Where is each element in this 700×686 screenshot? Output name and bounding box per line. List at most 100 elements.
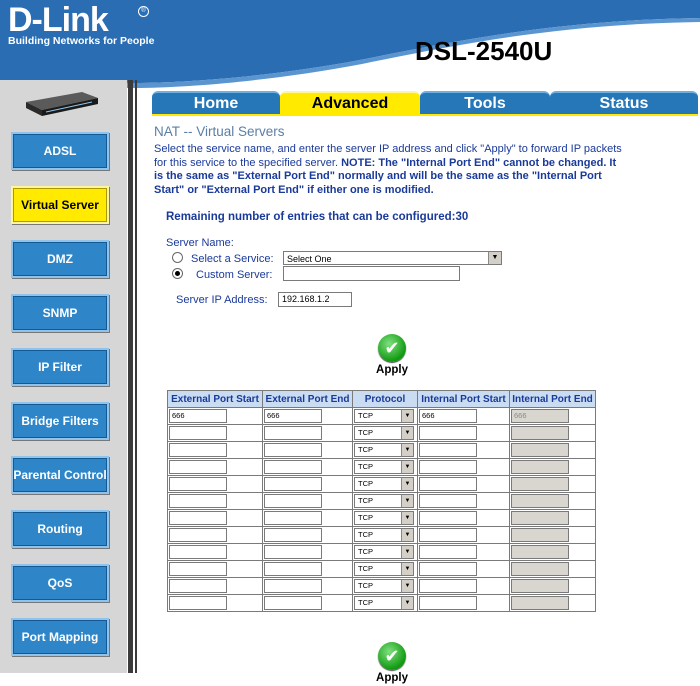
apply-button-bottom[interactable]: ✔ Apply [367, 642, 417, 686]
external-port-start-input[interactable] [169, 443, 227, 457]
tab-tools[interactable]: Tools [420, 91, 550, 115]
table-cell [509, 543, 596, 561]
internal-port-start-input[interactable] [419, 426, 477, 440]
protocol-select[interactable]: TCP ▼ [354, 460, 414, 474]
trademark-icon: ® [138, 6, 149, 17]
protocol-select[interactable]: TCP ▼ [354, 528, 414, 542]
protocol-select[interactable]: TCP ▼ [354, 443, 414, 457]
chevron-down-icon: ▼ [401, 529, 413, 541]
internal-port-start-input[interactable] [419, 477, 477, 491]
internal-port-start-input[interactable] [419, 528, 477, 542]
chevron-down-icon: ▼ [401, 495, 413, 507]
select-service-dropdown[interactable]: Select One ▼ [283, 251, 502, 265]
external-port-start-input[interactable] [169, 477, 227, 491]
custom-server-input[interactable] [283, 266, 460, 281]
sidebar-item-dmz[interactable]: DMZ [11, 240, 109, 278]
internal-port-start-input[interactable] [419, 443, 477, 457]
external-port-end-input[interactable] [264, 562, 322, 576]
internal-port-start-input[interactable] [419, 562, 477, 576]
checkmark-icon: ✔ [378, 642, 406, 670]
external-port-start-input[interactable] [169, 511, 227, 525]
protocol-select[interactable]: TCP ▼ [354, 426, 414, 440]
table-cell: 666 [509, 407, 596, 425]
col-external-port-end: External Port End [262, 390, 353, 408]
table-cell [167, 560, 263, 578]
external-port-start-input[interactable] [169, 579, 227, 593]
internal-port-start-input[interactable] [419, 460, 477, 474]
server-ip-input[interactable]: 192.168.1.2 [278, 292, 352, 307]
protocol-select[interactable]: TCP ▼ [354, 596, 414, 610]
table-cell: TCP ▼ [352, 509, 418, 527]
external-port-end-input[interactable] [264, 545, 322, 559]
external-port-end-input[interactable] [264, 477, 322, 491]
external-port-start-input[interactable] [169, 596, 227, 610]
table-cell [262, 577, 353, 595]
sidebar-item-virtual-server[interactable]: Virtual Server [11, 186, 109, 224]
tab-advanced[interactable]: Advanced [280, 91, 420, 115]
sidebar-item-qos[interactable]: QoS [11, 564, 109, 602]
protocol-select[interactable]: TCP ▼ [354, 545, 414, 559]
external-port-end-input[interactable] [264, 511, 322, 525]
external-port-end-input[interactable] [264, 494, 322, 508]
internal-port-start-input[interactable] [419, 596, 477, 610]
external-port-start-input[interactable] [169, 562, 227, 576]
table-cell [417, 594, 510, 612]
sidebar-item-ip-filter[interactable]: IP Filter [11, 348, 109, 386]
sidebar-item-port-mapping[interactable]: Port Mapping [11, 618, 109, 656]
external-port-end-input[interactable] [264, 579, 322, 593]
external-port-start-input[interactable] [169, 426, 227, 440]
custom-server-radio[interactable] [172, 268, 183, 279]
sidebar-item-bridge-filters[interactable]: Bridge Filters [11, 402, 109, 440]
chevron-down-icon: ▼ [401, 546, 413, 558]
sidebar-item-adsl[interactable]: ADSL [11, 132, 109, 170]
external-port-end-input[interactable] [264, 528, 322, 542]
protocol-select[interactable]: TCP ▼ [354, 494, 414, 508]
external-port-start-input[interactable] [169, 545, 227, 559]
table-cell [417, 526, 510, 544]
internal-port-start-input[interactable] [419, 579, 477, 593]
external-port-end-input[interactable] [264, 596, 322, 610]
table-row: TCP ▼ [167, 475, 596, 493]
protocol-select[interactable]: TCP ▼ [354, 562, 414, 576]
protocol-value: TCP [358, 411, 373, 420]
tab-home[interactable]: Home [152, 91, 280, 115]
external-port-start-input[interactable] [169, 460, 227, 474]
external-port-end-input[interactable] [264, 443, 322, 457]
internal-port-end-input: 666 [511, 409, 569, 423]
router-device-icon [26, 92, 98, 116]
table-cell [417, 424, 510, 442]
table-cell [167, 492, 263, 510]
internal-port-start-input[interactable] [419, 511, 477, 525]
sidebar: ADSL Virtual Server DMZ SNMP IP Filter B… [0, 80, 127, 673]
apply-button[interactable]: ✔ Apply [367, 334, 417, 378]
table-cell [509, 441, 596, 459]
protocol-select[interactable]: TCP ▼ [354, 511, 414, 525]
protocol-select[interactable]: TCP ▼ [354, 409, 414, 423]
sidebar-item-snmp[interactable]: SNMP [11, 294, 109, 332]
protocol-select[interactable]: TCP ▼ [354, 579, 414, 593]
internal-port-end-input [511, 596, 569, 610]
table-row: TCP ▼ [167, 577, 596, 595]
table-cell [167, 526, 263, 544]
external-port-start-input[interactable] [169, 494, 227, 508]
sidebar-item-parental-control[interactable]: Parental Control [11, 456, 109, 494]
sidebar-item-routing[interactable]: Routing [11, 510, 109, 548]
col-internal-port-end: Internal Port End [509, 390, 596, 408]
external-port-end-input[interactable]: 666 [264, 409, 322, 423]
table-cell: TCP ▼ [352, 492, 418, 510]
external-port-end-input[interactable] [264, 460, 322, 474]
table-cell [509, 475, 596, 493]
external-port-start-input[interactable] [169, 528, 227, 542]
table-cell [262, 458, 353, 476]
table-cell [262, 560, 353, 578]
internal-port-start-input[interactable]: 666 [419, 409, 477, 423]
tab-status[interactable]: Status [550, 91, 698, 115]
internal-port-start-input[interactable] [419, 545, 477, 559]
internal-port-start-input[interactable] [419, 494, 477, 508]
protocol-value: TCP [358, 428, 373, 437]
external-port-end-input[interactable] [264, 426, 322, 440]
select-service-radio[interactable] [172, 252, 183, 263]
external-port-start-input[interactable]: 666 [169, 409, 227, 423]
internal-port-end-input [511, 443, 569, 457]
protocol-select[interactable]: TCP ▼ [354, 477, 414, 491]
